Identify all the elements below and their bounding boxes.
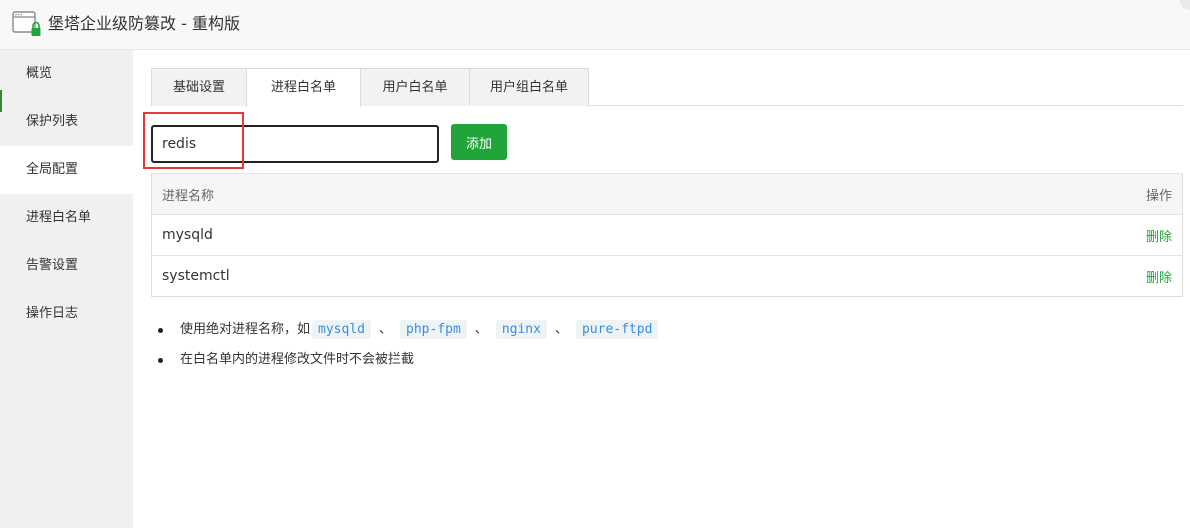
help-notes: 使用绝对进程名称，如 mysqld 、 php-fpm 、 nginx 、 pu… <box>151 320 1183 380</box>
process-whitelist-table: 进程名称 操作 mysqld 删除 systemctl 删除 <box>151 173 1183 297</box>
app-window: 堡塔企业级防篡改 - 重构版 概览 保护列表 全局配置 进程白名单 告警设置 操… <box>0 0 1190 528</box>
close-button[interactable] <box>1180 0 1190 10</box>
sidebar-item-overview[interactable]: 概览 <box>0 50 133 98</box>
column-header-op: 操作 <box>826 173 1183 215</box>
code-example: pure-ftpd <box>575 320 659 339</box>
process-name-cell: mysqld <box>151 214 827 256</box>
code-example: mysqld <box>312 320 371 339</box>
help-note-text: 使用绝对进程名称，如 <box>180 322 311 337</box>
delete-link[interactable]: 删除 <box>1146 271 1172 286</box>
separator-text: 、 <box>554 322 568 337</box>
sidebar-item-global-config[interactable]: 全局配置 <box>0 146 133 194</box>
help-note-item: 在白名单内的进程修改文件时不会被拦截 <box>151 350 1183 380</box>
app-window-lock-icon <box>12 11 41 36</box>
tab-user-whitelist[interactable]: 用户白名单 <box>360 68 470 106</box>
separator-text: 、 <box>378 322 392 337</box>
column-header-name: 进程名称 <box>151 173 827 215</box>
sidebar-item-operation-log[interactable]: 操作日志 <box>0 290 133 338</box>
operation-cell: 删除 <box>826 255 1183 297</box>
sidebar: 概览 保护列表 全局配置 进程白名单 告警设置 操作日志 <box>0 50 133 528</box>
code-example: php-fpm <box>400 320 467 339</box>
separator-text: 、 <box>474 322 488 337</box>
sidebar-item-alert-settings[interactable]: 告警设置 <box>0 242 133 290</box>
tab-group-whitelist[interactable]: 用户组白名单 <box>469 68 589 106</box>
delete-link[interactable]: 删除 <box>1146 230 1172 245</box>
help-note-text: 在白名单内的进程修改文件时不会被拦截 <box>180 352 415 367</box>
table-header-row: 进程名称 操作 <box>151 173 1183 215</box>
main-content: 基础设置 进程白名单 用户白名单 用户组白名单 添加 进程名称 操作 mysql… <box>143 68 1183 367</box>
code-example: nginx <box>495 320 547 339</box>
tab-bar: 基础设置 进程白名单 用户白名单 用户组白名单 <box>151 68 1183 107</box>
title-bar: 堡塔企业级防篡改 - 重构版 <box>0 0 1190 50</box>
add-process-form: 添加 <box>143 106 1183 173</box>
tab-basic-settings[interactable]: 基础设置 <box>151 68 247 106</box>
sidebar-item-protect-list[interactable]: 保护列表 <box>0 98 133 146</box>
sidebar-item-process-whitelist[interactable]: 进程白名单 <box>0 194 133 242</box>
window-title: 堡塔企业级防篡改 - 重构版 <box>48 14 240 33</box>
process-name-cell: systemctl <box>151 255 827 297</box>
table-row: mysqld 删除 <box>151 214 1183 256</box>
help-note-item: 使用绝对进程名称，如 mysqld 、 php-fpm 、 nginx 、 pu… <box>151 320 1183 350</box>
table-row: systemctl 删除 <box>151 255 1183 297</box>
process-name-input[interactable] <box>151 125 439 163</box>
operation-cell: 删除 <box>826 214 1183 256</box>
tab-process-whitelist[interactable]: 进程白名单 <box>246 68 361 107</box>
add-button[interactable]: 添加 <box>451 124 507 160</box>
